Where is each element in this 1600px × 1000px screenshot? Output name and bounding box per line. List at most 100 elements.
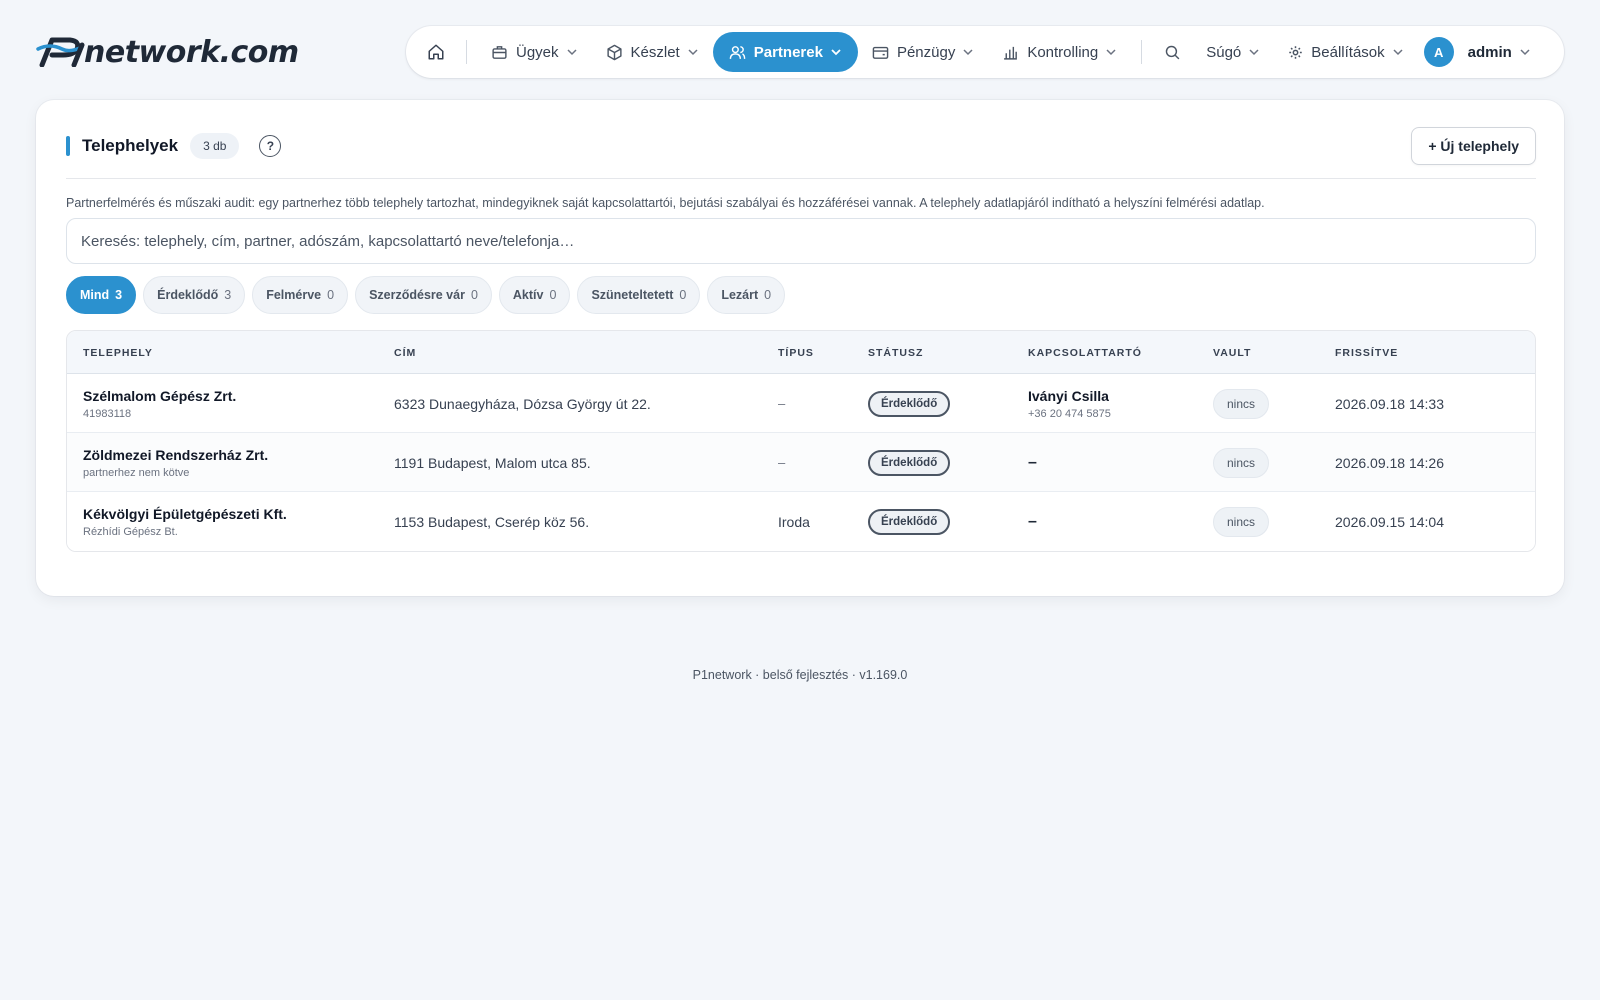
site-name[interactable]: Zöldmezei Rendszerház Zrt.	[83, 447, 268, 463]
column-header-statusz[interactable]: STÁTUSZ	[868, 331, 923, 374]
site-address: 1191 Budapest, Malom utca 85.	[394, 454, 591, 471]
nav-divider	[466, 40, 467, 64]
home-button[interactable]	[416, 32, 456, 72]
chip-count: 0	[764, 288, 772, 302]
site-subtitle: partnerhez nem kötve	[83, 466, 190, 479]
site-address: 1153 Budapest, Cserép köz 56.	[394, 513, 590, 530]
chevron-down-icon	[830, 46, 842, 58]
chip-label: Szerződésre vár	[369, 288, 465, 302]
nav-item-kontrolling[interactable]: Kontrolling	[988, 32, 1131, 72]
chip-count: 0	[679, 288, 687, 302]
updated-timestamp: 2026.09.18 14:33	[1335, 395, 1444, 412]
nav-item-label: Kontrolling	[1027, 43, 1099, 61]
table-row[interactable]: Zöldmezei Rendszerház Zrt. partnerhez ne…	[67, 433, 1535, 492]
filter-chip-szerzodesre-var[interactable]: Szerződésre vár 0	[355, 276, 492, 314]
nav-item-sugo[interactable]: Súgó	[1192, 32, 1274, 72]
app-header: network.com Ügyek Készlet Partnerek Pénz…	[0, 0, 1600, 96]
chevron-down-icon	[566, 46, 578, 58]
filter-chip-lezart[interactable]: Lezárt 0	[707, 276, 786, 314]
page-title: Telephelyek	[82, 136, 179, 155]
logo-text: network.com	[84, 34, 299, 70]
logo[interactable]: network.com	[36, 32, 299, 72]
site-type: –	[778, 396, 786, 411]
nav-item-label: Készlet	[630, 43, 680, 61]
nav-item-penzugy[interactable]: Pénzügy	[858, 32, 988, 72]
vault-badge: nincs	[1213, 388, 1270, 419]
filter-chip-felmerve[interactable]: Felmérve 0	[252, 276, 349, 314]
site-subtitle: 41983118	[83, 407, 132, 420]
chevron-down-icon	[1248, 46, 1260, 58]
chip-count: 0	[470, 288, 478, 302]
home-icon	[428, 44, 444, 60]
page-description: Partnerfelmérés és műszaki audit: egy pa…	[66, 196, 1265, 210]
column-header-cim[interactable]: CÍM	[394, 331, 416, 374]
contact-phone: +36 20 474 5875	[1028, 407, 1111, 420]
chevron-down-icon	[962, 46, 974, 58]
contact-name: –	[1028, 453, 1037, 471]
chip-count: 0	[327, 288, 335, 302]
nav-item-label: Súgó	[1206, 43, 1242, 61]
p1-logo-mark-icon	[36, 37, 85, 67]
chip-label: Lezárt	[721, 288, 759, 302]
filter-chip-erdeklodo[interactable]: Érdeklődő 3	[143, 276, 246, 314]
filter-chip-mind[interactable]: Mind 3	[66, 276, 137, 314]
count-badge: 3 db	[190, 133, 240, 159]
chip-label: Aktív	[512, 288, 544, 302]
status-badge: Érdeklődő	[868, 390, 951, 417]
chip-label: Mind	[80, 288, 110, 302]
main-nav: Ügyek Készlet Partnerek Pénzügy Kontroll…	[406, 26, 1564, 78]
site-name[interactable]: Kékvölgyi Épületgépészeti Kft.	[83, 506, 287, 522]
site-type: –	[778, 455, 786, 470]
sites-card: Telephelyek 3 db ? + Új telephely Partne…	[36, 100, 1564, 596]
card-header: Telephelyek 3 db ? + Új telephely	[66, 126, 1536, 166]
box-icon	[606, 44, 623, 61]
chip-label: Szüneteltetett	[591, 288, 674, 302]
column-header-kapcsolattarto[interactable]: KAPCSOLATTARTÓ	[1028, 331, 1142, 374]
nav-item-ugyek[interactable]: Ügyek	[477, 32, 592, 72]
nav-item-beallitasok[interactable]: Beállítások	[1274, 32, 1417, 72]
bar-chart-icon	[1002, 44, 1019, 61]
nav-item-label: Pénzügy	[896, 43, 956, 61]
user-name: admin	[1467, 43, 1512, 61]
updated-timestamp: 2026.09.15 14:04	[1335, 513, 1444, 530]
new-site-button[interactable]: + Új telephely	[1411, 127, 1536, 165]
vault-badge: nincs	[1213, 447, 1270, 478]
filter-chip-szuneteltetett[interactable]: Szüneteltetett 0	[577, 276, 701, 314]
site-name[interactable]: Szélmalom Gépész Zrt.	[83, 388, 236, 404]
filter-chip-aktiv[interactable]: Aktív 0	[498, 276, 571, 314]
nav-item-label: Partnerek	[753, 43, 823, 61]
column-header-vault[interactable]: VAULT	[1213, 331, 1251, 374]
column-header-telephely[interactable]: TELEPHELY	[83, 331, 153, 374]
table-row[interactable]: Kékvölgyi Épületgépészeti Kft. Rézhídi G…	[67, 492, 1535, 551]
help-button[interactable]: ?	[259, 135, 282, 157]
nav-item-label: Beállítások	[1311, 43, 1385, 61]
table-header: TELEPHELY CÍM TÍPUS STÁTUSZ KAPCSOLATTAR…	[67, 331, 1535, 374]
wallet-icon	[872, 44, 889, 61]
contact-name: –	[1028, 512, 1037, 530]
nav-item-partnerek[interactable]: Partnerek	[712, 32, 858, 72]
search-input[interactable]	[66, 218, 1536, 264]
chip-count: 3	[224, 288, 232, 302]
header-divider	[66, 178, 1536, 179]
sites-table: TELEPHELY CÍM TÍPUS STÁTUSZ KAPCSOLATTAR…	[66, 330, 1536, 552]
column-header-tipus[interactable]: TÍPUS	[778, 331, 814, 374]
chip-count: 3	[115, 288, 123, 302]
site-subtitle: Rézhídi Gépész Bt.	[83, 525, 178, 538]
search-button[interactable]	[1152, 32, 1192, 72]
nav-divider	[1141, 40, 1143, 64]
table-row[interactable]: Szélmalom Gépész Zrt. 41983118 6323 Duna…	[67, 374, 1535, 433]
chip-label: Felmérve	[266, 288, 322, 302]
vault-badge: nincs	[1213, 506, 1270, 537]
status-badge: Érdeklődő	[868, 508, 951, 535]
nav-item-keszlet[interactable]: Készlet	[592, 32, 713, 72]
user-menu[interactable]: admin	[1454, 32, 1545, 72]
footer-version: P1network · belső fejlesztés · v1.169.0	[692, 668, 908, 682]
column-header-frissitve[interactable]: FRISSÍTVE	[1335, 331, 1398, 374]
nav-item-label: Ügyek	[516, 43, 559, 61]
contact-name: Iványi Csilla	[1028, 387, 1109, 404]
avatar[interactable]: A	[1423, 37, 1454, 67]
chevron-down-icon	[1519, 46, 1531, 58]
status-badge: Érdeklődő	[868, 449, 951, 476]
chip-label: Érdeklődő	[157, 288, 219, 302]
site-address: 6323 Dunaegyháza, Dózsa György út 22.	[394, 395, 651, 412]
